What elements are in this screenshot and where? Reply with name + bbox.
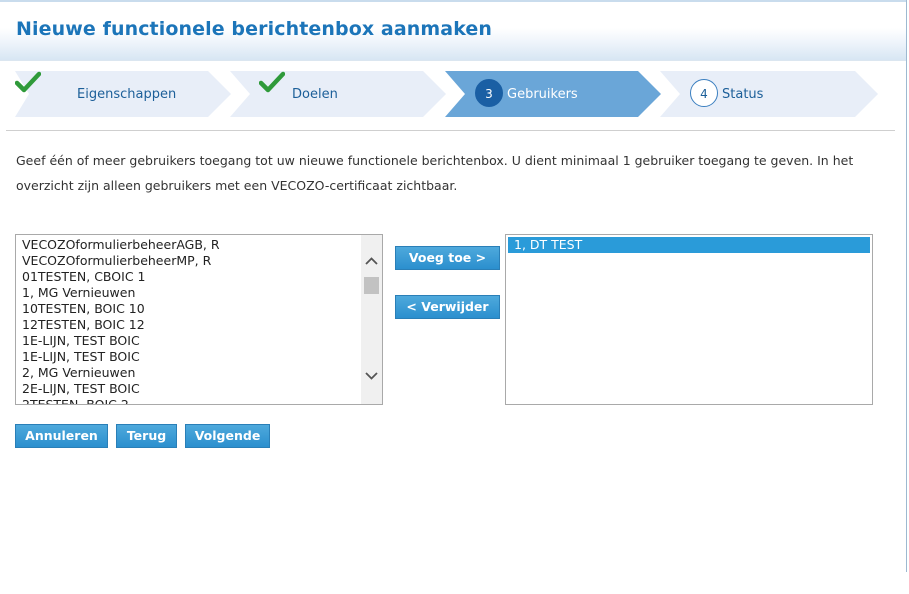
list-item[interactable]: VECOZOformulierbeheerAGB, R bbox=[16, 237, 361, 253]
list-item[interactable]: 12TESTEN, BOIC 12 bbox=[16, 317, 361, 333]
list-item[interactable]: 1E-LIJN, TEST BOIC bbox=[16, 349, 361, 365]
back-button[interactable]: Terug bbox=[116, 424, 177, 448]
list-item[interactable]: 1E-LIJN, TEST BOIC bbox=[16, 333, 361, 349]
page-header: Nieuwe functionele berichtenbox aanmaken bbox=[0, 2, 906, 61]
divider bbox=[6, 130, 895, 131]
available-users-items: VECOZOformulierbeheerAGB, R VECOZOformuli… bbox=[16, 237, 361, 404]
add-user-button[interactable]: Voeg toe > bbox=[395, 246, 500, 270]
step-label: Eigenschappen bbox=[77, 87, 177, 102]
step-label: Status bbox=[722, 87, 764, 102]
check-icon bbox=[259, 71, 285, 93]
step-gebruikers: 3 Gebruikers bbox=[445, 71, 661, 117]
list-item[interactable]: 1, MG Vernieuwen bbox=[16, 285, 361, 301]
list-item[interactable]: 2E-LIJN, TEST BOIC bbox=[16, 381, 361, 397]
intro-text: Geef één of meer gebruikers toegang tot … bbox=[16, 153, 854, 193]
selected-users-items: 1, DT TEST bbox=[508, 237, 870, 253]
next-button[interactable]: Volgende bbox=[185, 424, 270, 448]
list-item[interactable]: VECOZOformulierbeheerMP, R bbox=[16, 253, 361, 269]
list-item[interactable]: 01TESTEN, CBOIC 1 bbox=[16, 269, 361, 285]
cancel-button[interactable]: Annuleren bbox=[15, 424, 108, 448]
step-doelen: Doelen bbox=[230, 71, 446, 117]
check-icon bbox=[15, 71, 41, 93]
step-number: 4 bbox=[690, 79, 718, 107]
list-item[interactable]: 2, MG Vernieuwen bbox=[16, 365, 361, 381]
remove-user-button[interactable]: < Verwijder bbox=[395, 295, 500, 319]
step-eigenschappen: Eigenschappen bbox=[15, 71, 231, 117]
step-label: Gebruikers bbox=[507, 87, 578, 102]
available-users-list[interactable]: VECOZOformulierbeheerAGB, R VECOZOformuli… bbox=[15, 234, 383, 405]
page-title: Nieuwe functionele berichtenbox aanmaken bbox=[16, 18, 493, 40]
wizard-steps: Eigenschappen Doelen 3 Gebruikers 4 Stat… bbox=[15, 71, 885, 117]
list-item[interactable]: 1, DT TEST bbox=[508, 237, 870, 253]
chevron-up-icon[interactable] bbox=[361, 253, 382, 270]
scrollbar-thumb[interactable] bbox=[364, 277, 379, 294]
list-item[interactable]: 2TESTEN, BOIC 2 bbox=[16, 397, 361, 404]
right-border bbox=[906, 0, 907, 572]
step-label: Doelen bbox=[292, 87, 338, 102]
list-item[interactable]: 10TESTEN, BOIC 10 bbox=[16, 301, 361, 317]
chevron-down-icon[interactable] bbox=[361, 367, 382, 384]
scrollbar[interactable] bbox=[361, 235, 382, 404]
selected-users-list[interactable]: 1, DT TEST bbox=[505, 234, 873, 405]
step-number: 3 bbox=[475, 79, 503, 107]
step-status: 4 Status bbox=[660, 71, 878, 117]
